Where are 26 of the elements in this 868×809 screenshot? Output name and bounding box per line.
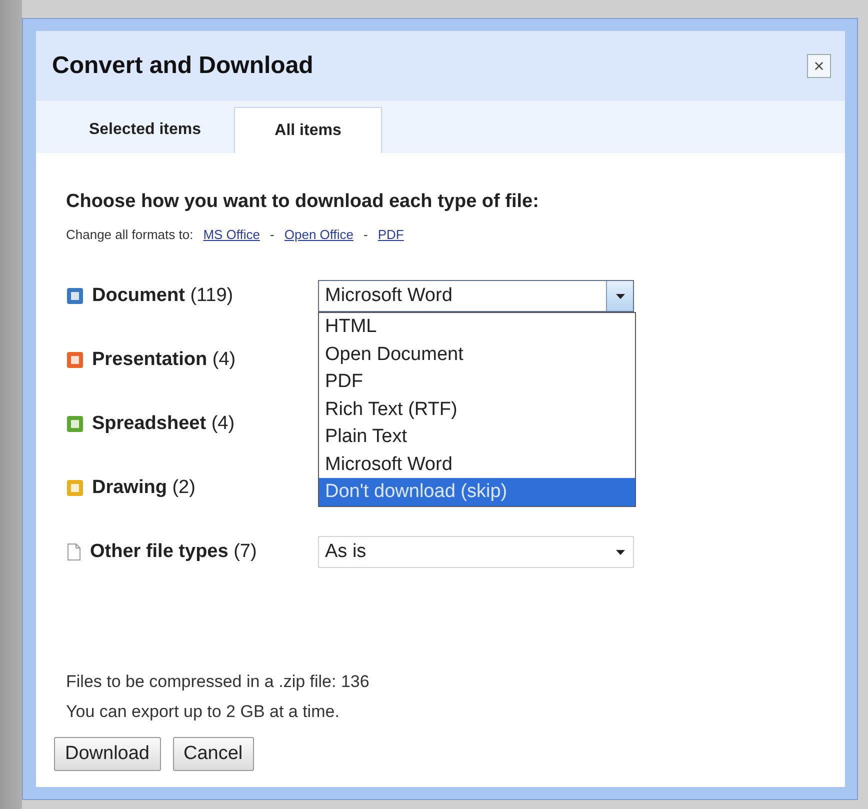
file-type-label: Other file types (7) — [90, 541, 257, 563]
change-all-label: Change all formats to: — [66, 227, 194, 242]
instructions-heading: Choose how you want to download each type of file: — [66, 191, 540, 213]
dialog-title: Convert and Download — [52, 52, 314, 80]
format-select[interactable]: As is — [318, 536, 634, 568]
dropdown-option[interactable]: Don't download (skip) — [319, 478, 635, 506]
file-type-label: Presentation (4) — [92, 349, 236, 371]
caret-icon — [616, 550, 624, 554]
info-text: You can export up to 2 GB at a time. — [66, 701, 340, 723]
caret-icon — [616, 294, 624, 298]
format-link[interactable]: Open Office — [284, 227, 354, 242]
separator: - — [364, 227, 368, 242]
file-type-label: Spreadsheet (4) — [92, 413, 235, 435]
separator: - — [270, 227, 274, 242]
download-button[interactable]: Download — [54, 737, 160, 771]
format-select[interactable]: Microsoft Word — [318, 280, 634, 312]
page-icon — [66, 543, 82, 561]
close-button[interactable]: × — [807, 54, 831, 78]
format-link[interactable]: PDF — [378, 227, 404, 242]
format-link[interactable]: MS Office — [203, 227, 260, 242]
info-text: Files to be compressed in a .zip file: 136 — [66, 671, 370, 693]
file-type-label: Drawing (2) — [92, 477, 196, 499]
tab[interactable]: Selected items — [60, 107, 230, 153]
file-type-label: Document (119) — [92, 285, 234, 307]
tab[interactable]: All items — [234, 107, 382, 153]
cancel-button[interactable]: Cancel — [172, 737, 254, 771]
